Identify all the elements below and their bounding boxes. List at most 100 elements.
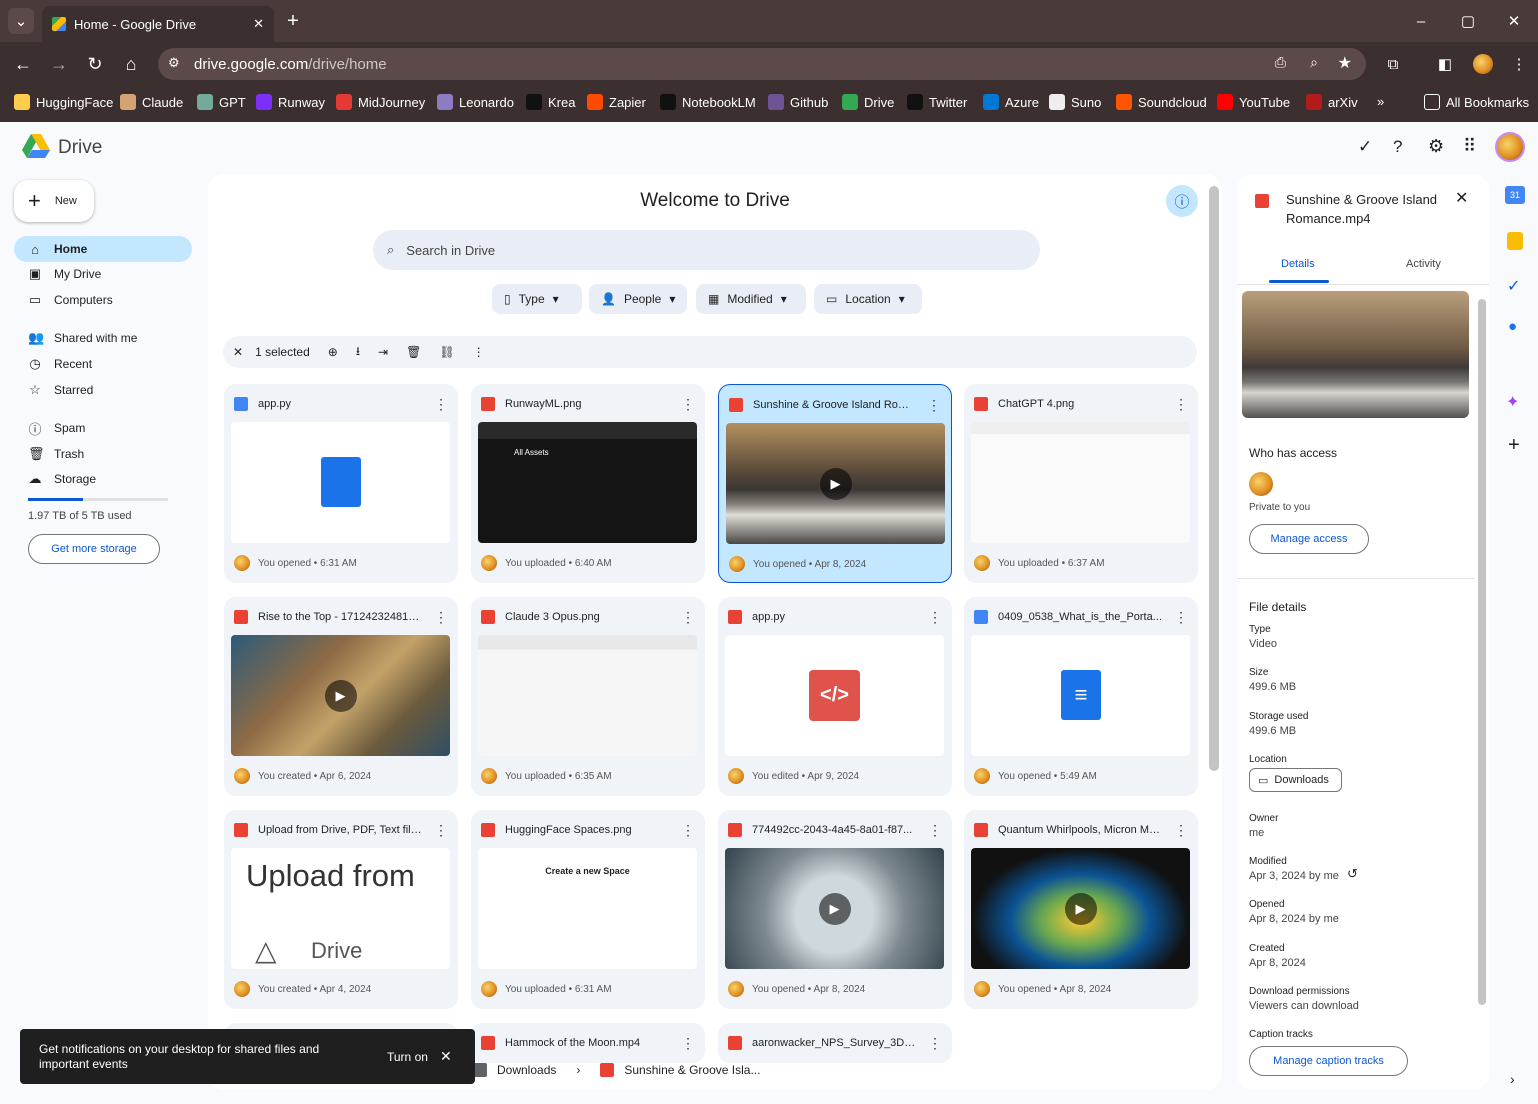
help-icon[interactable]: ? [1393, 137, 1402, 157]
main-scrollbar[interactable] [1209, 186, 1219, 771]
bookmark-item[interactable]: arXiv [1306, 94, 1358, 110]
get-more-storage-button[interactable]: Get more storage [28, 534, 160, 564]
close-details-icon[interactable]: ✕ [1455, 188, 1468, 208]
file-thumbnail[interactable] [231, 422, 450, 543]
filter-chip-location[interactable]: ▭ Location ▾ [814, 284, 922, 314]
video-preview[interactable] [1242, 291, 1469, 418]
search-input[interactable]: ⌕ Search in Drive [373, 230, 1040, 270]
profile-avatar[interactable] [1473, 54, 1493, 74]
more-options-icon[interactable]: ⋮ [681, 1035, 695, 1051]
file-thumbnail[interactable] [478, 635, 697, 756]
zoom-icon[interactable]: ⌕ [1310, 54, 1318, 71]
breadcrumb-folder[interactable]: Downloads [497, 1063, 556, 1077]
clear-selection-icon[interactable]: ✕ [233, 345, 243, 359]
file-card[interactable]: RunwayML.png ⋮ All Assets You uploaded • 6:… [471, 384, 705, 583]
apps-grid-icon[interactable]: ⠿ [1463, 136, 1476, 157]
bookmarks-overflow-icon[interactable]: » [1377, 94, 1384, 109]
info-icon[interactable]: ⓘ [1166, 185, 1198, 217]
file-card[interactable]: app.py ⋮ You opened • 6:31 AM [224, 384, 458, 583]
sidebar-item-storage[interactable]: ☁ Storage [14, 466, 192, 492]
app-name[interactable]: Drive [58, 137, 102, 159]
bookmark-item[interactable]: GPT [197, 94, 246, 110]
version-history-icon[interactable]: ↺ [1347, 866, 1358, 882]
more-options-icon[interactable]: ⋮ [928, 822, 942, 838]
bookmark-item[interactable]: Twitter [907, 94, 967, 110]
delete-icon[interactable]: 🗑 [406, 345, 421, 359]
details-scrollbar[interactable] [1478, 299, 1486, 1005]
more-options-icon[interactable]: ⋮ [1174, 396, 1188, 412]
more-options-icon[interactable]: ⋮ [434, 396, 448, 412]
file-card[interactable]: Claude 3 Opus.png ⋮ You uploaded • 6:35 AM [471, 597, 705, 796]
bookmark-item[interactable]: Krea [526, 94, 575, 110]
manage-access-button[interactable]: Manage access [1249, 524, 1369, 554]
side-panel-icon[interactable]: ◧ [1432, 51, 1458, 77]
extensions-icon[interactable]: ⧉ [1380, 51, 1406, 77]
more-options-icon[interactable]: ⋮ [1174, 822, 1188, 838]
new-tab-icon[interactable]: + [280, 8, 306, 34]
more-options-icon[interactable]: ⋮ [434, 609, 448, 625]
file-thumbnail[interactable]: ▶ [726, 423, 945, 544]
bookmark-item[interactable]: Drive [842, 94, 894, 110]
bookmark-item[interactable]: Zapier [587, 94, 646, 110]
more-options-icon[interactable]: ⋮ [434, 822, 448, 838]
more-options-icon[interactable]: ⋮ [928, 609, 942, 625]
forward-icon[interactable]: → [46, 51, 72, 77]
new-button[interactable]: + New [14, 180, 94, 222]
file-card[interactable]: Hammock of the Moon.mp4 ⋮ [471, 1023, 705, 1063]
file-card[interactable]: Sunshine & Groove Island Roma... ⋮ ▶ You op… [718, 384, 952, 583]
copy-link-icon[interactable]: ⛓ [439, 345, 454, 359]
move-icon[interactable]: ⇥ [378, 345, 388, 359]
bookmark-item[interactable]: NotebookLM [660, 94, 756, 110]
file-thumbnail[interactable]: ≡ [971, 635, 1190, 756]
file-thumbnail[interactable] [971, 422, 1190, 543]
file-thumbnail[interactable]: ▶ [971, 848, 1190, 969]
file-card[interactable]: 0409_0538_What_is_the_Porta... ⋮ ≡ You open… [964, 597, 1198, 796]
install-app-icon[interactable]: ⎙ [1275, 54, 1286, 71]
location-chip[interactable]: ▭ Downloads [1249, 768, 1342, 792]
contacts-icon[interactable]: ● [1508, 318, 1517, 335]
menu-kebab-icon[interactable]: ⋮ [1506, 51, 1532, 77]
file-thumbnail[interactable]: All Assets [478, 422, 697, 543]
sidebar-item-home[interactable]: ⌂ Home [14, 236, 192, 262]
file-card[interactable]: ChatGPT 4.png ⋮ You uploaded • 6:37 AM [964, 384, 1198, 583]
all-bookmarks-button[interactable]: All Bookmarks [1424, 94, 1529, 110]
bookmark-item[interactable]: HuggingFace [14, 94, 113, 110]
bookmark-item[interactable]: MidJourney [336, 94, 425, 110]
calendar-icon[interactable]: 31 [1505, 186, 1525, 204]
file-card[interactable]: HuggingFace Spaces.png ⋮ Create a new Spac… [471, 810, 705, 1009]
share-icon[interactable]: ⊕ [328, 345, 338, 359]
bookmark-item[interactable]: Leonardo [437, 94, 514, 110]
maximize-icon[interactable]: ▢ [1455, 8, 1481, 34]
more-actions-icon[interactable]: ⋮ [473, 345, 485, 359]
turn-on-button[interactable]: Turn on [387, 1050, 428, 1064]
filter-chip-type[interactable]: ▯ Type ▾ [492, 284, 582, 314]
file-card[interactable]: Upload from Drive, PDF, Text file... ⋮ Upl… [224, 810, 458, 1009]
reload-icon[interactable]: ↻ [82, 51, 108, 77]
file-card[interactable]: Rise to the Top - 1712423248172.... ⋮ ▶ You… [224, 597, 458, 796]
more-options-icon[interactable]: ⋮ [681, 609, 695, 625]
download-icon[interactable]: ⭳ [356, 342, 360, 363]
breadcrumb-file[interactable]: Sunshine & Groove Isla... [624, 1063, 760, 1077]
bookmark-item[interactable]: Soundcloud [1116, 94, 1207, 110]
file-thumbnail[interactable]: ▶ [231, 635, 450, 756]
site-info-icon[interactable]: ⚙ [168, 55, 180, 71]
back-icon[interactable]: ← [10, 51, 36, 77]
expand-panel-chevron-icon[interactable]: › [1510, 1071, 1515, 1087]
sidebar-item-starred[interactable]: ☆ Starred [14, 377, 192, 403]
file-card[interactable]: Quantum Whirlpools, Micron Ma... ⋮ ▶ You op… [964, 810, 1198, 1009]
file-card[interactable]: app.py ⋮ </> You edited • Apr 9, 2024 [718, 597, 952, 796]
browser-tab[interactable]: Home - Google Drive ✕ [42, 6, 274, 42]
sidebar-item-recent[interactable]: ◷ Recent [14, 351, 192, 377]
settings-gear-icon[interactable]: ⚙ [1428, 136, 1444, 157]
manage-caption-tracks-button[interactable]: Manage caption tracks [1249, 1046, 1408, 1076]
offline-ready-icon[interactable]: ✓ [1358, 137, 1372, 157]
minimize-icon[interactable]: – [1408, 8, 1434, 34]
drive-logo-icon[interactable] [22, 134, 50, 160]
sidebar-item-spam[interactable]: ⓘ Spam [14, 415, 192, 441]
file-thumbnail[interactable]: </> [725, 635, 944, 756]
addon-icon[interactable]: ✦ [1506, 392, 1519, 412]
tab-activity[interactable]: Activity [1406, 258, 1441, 270]
bookmark-star-icon[interactable]: ★ [1338, 53, 1352, 73]
more-options-icon[interactable]: ⋮ [1174, 609, 1188, 625]
tab-search-chevron-icon[interactable]: ⌄ [8, 8, 34, 34]
